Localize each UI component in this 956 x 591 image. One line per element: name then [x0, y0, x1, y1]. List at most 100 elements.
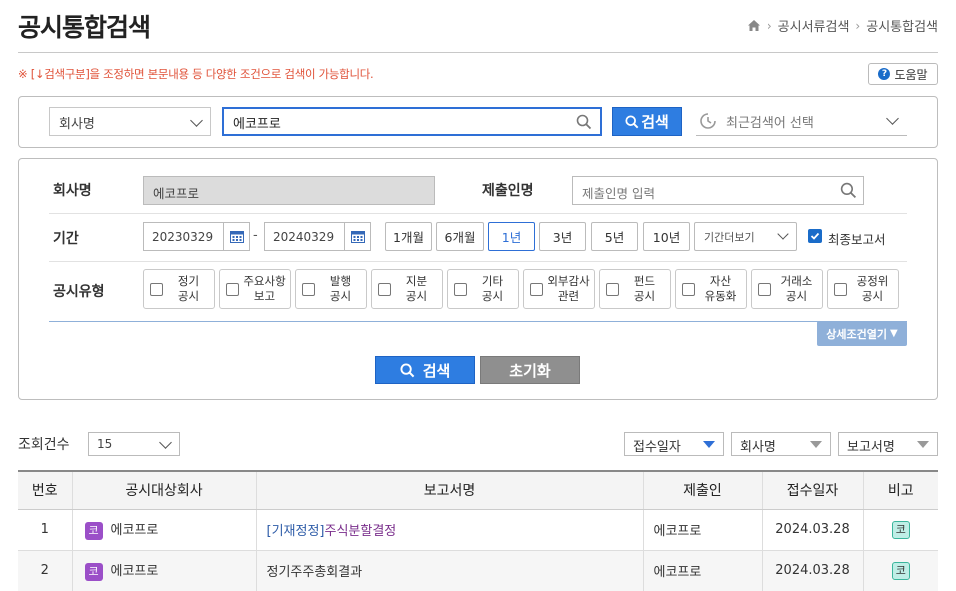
- final-report-checkbox[interactable]: [808, 229, 822, 243]
- check-icon: [810, 232, 820, 240]
- calendar-icon: [229, 231, 244, 243]
- period-6month-button[interactable]: 6개월: [436, 222, 484, 251]
- search-icon[interactable]: [840, 182, 857, 199]
- quick-search-label: 검색: [641, 113, 669, 131]
- history-clock-icon: [700, 113, 716, 129]
- checkbox-icon: [682, 282, 695, 296]
- disclosure-type-label: 공시유형: [53, 284, 105, 300]
- kosdaq-note-icon[interactable]: 코: [891, 520, 910, 539]
- period-1year-button[interactable]: 1년: [488, 222, 535, 251]
- question-icon: ?: [878, 68, 891, 80]
- type-label: 정기 공시: [177, 274, 200, 303]
- report-prefix: [기재정정]: [266, 524, 325, 539]
- column-header: 비고: [862, 470, 938, 510]
- period-more-label: 기간더보기: [704, 230, 755, 244]
- submitter-input[interactable]: 제출인명 입력: [572, 176, 864, 205]
- type-major-checkbox[interactable]: 주요사항 보고: [219, 269, 291, 309]
- sort-icon: [810, 441, 822, 448]
- breadcrumb-item[interactable]: 공시통합검색: [866, 16, 938, 35]
- sort-company-select[interactable]: 회사명: [731, 432, 831, 456]
- detail-divider: [49, 321, 907, 322]
- company-cell: 코 에코프로: [71, 550, 256, 591]
- column-header: 공시대상회사: [71, 470, 256, 510]
- company-link[interactable]: 에코프로: [111, 564, 159, 579]
- chevron-down-icon: [190, 114, 203, 127]
- report-link[interactable]: 정기주주총회결과: [255, 550, 643, 591]
- kosdaq-note-icon[interactable]: 코: [891, 561, 910, 580]
- type-equity-checkbox[interactable]: 지분 공시: [371, 269, 443, 309]
- kosdaq-badge: 코: [84, 562, 103, 581]
- sort-date-select[interactable]: 접수일자: [624, 432, 724, 456]
- sort-date-label: 접수일자: [633, 440, 681, 455]
- period-5year-button[interactable]: 5년: [591, 222, 638, 251]
- note-cell: 코: [862, 550, 938, 591]
- type-label: 거래소 공시: [780, 274, 813, 303]
- search-type-select[interactable]: 회사명: [49, 107, 211, 136]
- type-audit-checkbox[interactable]: 외부감사 관련: [523, 269, 595, 309]
- calendar-from-button[interactable]: [223, 222, 250, 251]
- period-1month-button[interactable]: 1개월: [385, 222, 432, 251]
- chevron-down-icon: [777, 228, 789, 240]
- column-header: 보고서명: [255, 470, 643, 510]
- help-label: 도움말: [894, 67, 928, 82]
- recent-search-select[interactable]: 최근검색어 선택: [696, 107, 907, 136]
- period-3year-button[interactable]: 3년: [539, 222, 586, 251]
- quick-search-button[interactable]: 검색: [612, 107, 682, 136]
- sort-report-label: 보고서명: [847, 440, 895, 455]
- type-abs-checkbox[interactable]: 자산 유동화: [675, 269, 747, 309]
- checkbox-icon: [834, 282, 847, 296]
- company-cell: 코 에코프로: [71, 509, 256, 551]
- search-icon[interactable]: [576, 114, 592, 130]
- column-header: 번호: [18, 470, 72, 510]
- company-link[interactable]: 에코프로: [111, 523, 159, 538]
- checkbox-icon: [454, 282, 467, 296]
- result-count-label: 조회건수: [18, 437, 70, 453]
- reset-button[interactable]: 초기화: [480, 356, 580, 384]
- type-label: 지분 공시: [405, 274, 428, 303]
- search-input[interactable]: 에코프로: [222, 107, 602, 136]
- period-label: 기간: [53, 231, 79, 247]
- date-from-field[interactable]: 20230329: [143, 222, 224, 251]
- calendar-icon: [350, 231, 365, 243]
- checkbox-icon: [606, 282, 619, 296]
- detail-toggle-button[interactable]: 상세조건열기 ▼: [817, 321, 907, 346]
- report-link[interactable]: [기재정정]주식분할결정: [255, 509, 643, 551]
- chevron-right-icon: ›: [855, 18, 861, 33]
- type-label: 자산 유동화: [704, 274, 737, 303]
- result-count-select[interactable]: 15: [88, 432, 180, 456]
- checkbox-icon: [378, 282, 391, 296]
- search-icon: [625, 114, 639, 128]
- checkbox-icon: [150, 282, 163, 296]
- breadcrumb-item[interactable]: 공시서류검색: [778, 16, 850, 35]
- search-icon: [400, 362, 415, 377]
- table-header-row: 번호 공시대상회사 보고서명 제출인 접수일자 비고: [18, 470, 938, 510]
- row-number: 1: [18, 509, 72, 551]
- calendar-to-button[interactable]: [344, 222, 371, 251]
- date-to-field[interactable]: 20240329: [264, 222, 345, 251]
- row-divider: [49, 213, 907, 214]
- checkbox-icon: [302, 282, 315, 296]
- submitter-label: 제출인명: [482, 183, 534, 199]
- home-icon[interactable]: [747, 19, 761, 32]
- type-other-checkbox[interactable]: 기타 공시: [447, 269, 519, 309]
- period-10year-button[interactable]: 10년: [643, 222, 690, 251]
- period-more-select[interactable]: 기간더보기: [694, 222, 797, 251]
- type-fund-checkbox[interactable]: 펀드 공시: [599, 269, 671, 309]
- detail-search-label: 검색: [422, 361, 451, 380]
- type-issue-checkbox[interactable]: 발행 공시: [295, 269, 367, 309]
- detail-search-button[interactable]: 검색: [375, 356, 475, 384]
- help-button[interactable]: ? 도움말: [868, 63, 938, 85]
- date-cell: 2024.03.28: [761, 509, 863, 551]
- search-input-value: 에코프로: [233, 117, 281, 132]
- title-divider: [18, 52, 938, 53]
- type-ftc-checkbox[interactable]: 공정위 공시: [827, 269, 899, 309]
- checkbox-icon: [226, 282, 239, 296]
- company-field[interactable]: 에코프로: [143, 176, 435, 205]
- company-label: 회사명: [53, 183, 92, 199]
- row-number: 2: [18, 550, 72, 591]
- table-row: 2 코 에코프로 정기주주총회결과 에코프로 2024.03.28 코: [18, 550, 938, 591]
- chevron-down-icon: [886, 112, 899, 125]
- type-regular-checkbox[interactable]: 정기 공시: [143, 269, 215, 309]
- type-exchange-checkbox[interactable]: 거래소 공시: [751, 269, 823, 309]
- sort-report-select[interactable]: 보고서명: [838, 432, 938, 456]
